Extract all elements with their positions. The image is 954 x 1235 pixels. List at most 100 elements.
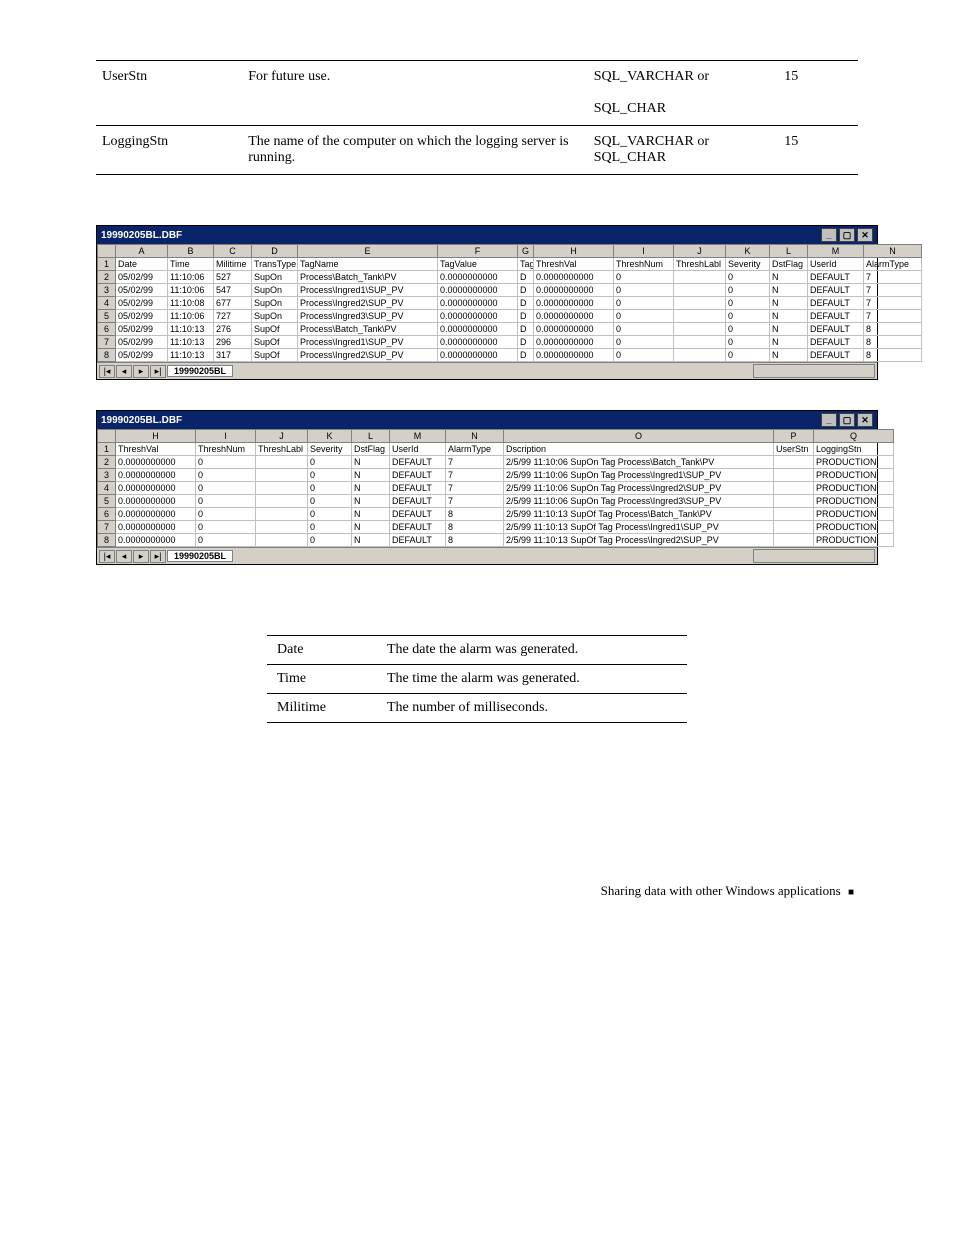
cell[interactable]: SupOn [252, 284, 298, 297]
column-letter[interactable]: L [352, 430, 390, 443]
cell[interactable]: 0 [614, 297, 674, 310]
cell[interactable]: 05/02/99 [116, 284, 168, 297]
row-number[interactable]: 5 [98, 495, 116, 508]
column-letter[interactable]: P [774, 430, 814, 443]
cell[interactable]: DEFAULT [390, 521, 446, 534]
cell[interactable]: 0.0000000000 [534, 297, 614, 310]
cell[interactable]: 8 [864, 323, 922, 336]
cell[interactable]: DEFAULT [808, 297, 864, 310]
cell[interactable]: N [352, 521, 390, 534]
column-letter[interactable] [98, 430, 116, 443]
cell[interactable] [256, 469, 308, 482]
cell[interactable]: 2/5/99 11:10:13 SupOf Tag Process\Ingred… [504, 521, 774, 534]
cell[interactable] [256, 482, 308, 495]
cell[interactable]: 05/02/99 [116, 323, 168, 336]
column-letter[interactable]: J [674, 245, 726, 258]
column-letter[interactable]: A [116, 245, 168, 258]
cell[interactable] [774, 482, 814, 495]
sheet-tab[interactable]: 19990205BL [167, 365, 233, 377]
cell[interactable]: DEFAULT [390, 495, 446, 508]
cell[interactable]: 2/5/99 11:10:06 SupOn Tag Process\Ingred… [504, 469, 774, 482]
cell[interactable]: N [352, 456, 390, 469]
cell[interactable]: PRODUCTION [814, 469, 894, 482]
sheet-nav-last-icon[interactable]: ▸| [150, 365, 166, 378]
cell[interactable]: 0 [308, 508, 352, 521]
cell[interactable]: 05/02/99 [116, 297, 168, 310]
row-number[interactable]: 3 [98, 284, 116, 297]
cell[interactable]: 2/5/99 11:10:06 SupOn Tag Process\Batch_… [504, 456, 774, 469]
cell[interactable]: 0.0000000000 [116, 456, 196, 469]
cell[interactable]: N [352, 508, 390, 521]
cell[interactable]: 05/02/99 [116, 310, 168, 323]
cell[interactable]: 317 [214, 349, 252, 362]
cell[interactable]: 0 [726, 323, 770, 336]
sheet-nav-first-icon[interactable]: |◂ [99, 365, 115, 378]
cell[interactable]: N [352, 469, 390, 482]
cell[interactable]: 0.0000000000 [438, 323, 518, 336]
cell[interactable]: N [770, 297, 808, 310]
sheet-nav-last-icon[interactable]: ▸| [150, 550, 166, 563]
cell[interactable]: 7 [446, 482, 504, 495]
cell[interactable]: DEFAULT [390, 482, 446, 495]
cell[interactable]: N [352, 495, 390, 508]
cell[interactable] [774, 534, 814, 547]
cell[interactable]: DEFAULT [390, 456, 446, 469]
row-number[interactable]: 3 [98, 469, 116, 482]
cell[interactable]: 0 [726, 349, 770, 362]
cell[interactable]: PRODUCTION [814, 495, 894, 508]
cell[interactable] [674, 284, 726, 297]
cell[interactable]: SupOf [252, 323, 298, 336]
row-number[interactable]: 1 [98, 443, 116, 456]
cell[interactable]: 0 [196, 482, 256, 495]
column-letter[interactable]: M [390, 430, 446, 443]
cell[interactable]: Process\Ingred2\SUP_PV [298, 349, 438, 362]
sheet-nav-next-icon[interactable]: ▸ [133, 550, 149, 563]
sheet-nav-prev-icon[interactable]: ◂ [116, 550, 132, 563]
cell[interactable]: 11:10:06 [168, 284, 214, 297]
cell[interactable]: 7 [864, 271, 922, 284]
cell[interactable]: 0.0000000000 [116, 534, 196, 547]
maximize-icon[interactable]: ▢ [839, 228, 855, 242]
cell[interactable] [256, 456, 308, 469]
row-number[interactable]: 7 [98, 521, 116, 534]
cell[interactable]: 527 [214, 271, 252, 284]
cell[interactable]: N [770, 349, 808, 362]
cell[interactable]: SupOf [252, 336, 298, 349]
cell[interactable]: 8 [446, 521, 504, 534]
cell[interactable]: 0.0000000000 [438, 349, 518, 362]
row-number[interactable]: 4 [98, 482, 116, 495]
cell[interactable]: 0 [308, 482, 352, 495]
cell[interactable]: 0 [614, 349, 674, 362]
cell[interactable]: 0 [196, 456, 256, 469]
cell[interactable]: D [518, 336, 534, 349]
cell[interactable]: N [770, 323, 808, 336]
cell[interactable] [674, 336, 726, 349]
cell[interactable]: 0.0000000000 [534, 284, 614, 297]
row-number[interactable]: 7 [98, 336, 116, 349]
cell[interactable]: 0.0000000000 [534, 271, 614, 284]
cell[interactable] [674, 310, 726, 323]
cell[interactable]: D [518, 297, 534, 310]
cell[interactable]: 7 [446, 456, 504, 469]
sheet-nav-prev-icon[interactable]: ◂ [116, 365, 132, 378]
cell[interactable]: 0 [308, 469, 352, 482]
cell[interactable]: 05/02/99 [116, 271, 168, 284]
cell[interactable]: 0.0000000000 [534, 336, 614, 349]
cell[interactable]: 05/02/99 [116, 349, 168, 362]
row-number[interactable]: 2 [98, 271, 116, 284]
column-letter[interactable]: L [770, 245, 808, 258]
cell[interactable]: Process\Batch_Tank\PV [298, 271, 438, 284]
cell[interactable]: 276 [214, 323, 252, 336]
column-letter[interactable]: D [252, 245, 298, 258]
cell[interactable]: 0 [614, 323, 674, 336]
cell[interactable]: 0.0000000000 [438, 271, 518, 284]
cell[interactable]: 11:10:06 [168, 310, 214, 323]
cell[interactable]: 11:10:13 [168, 336, 214, 349]
cell[interactable]: 0 [726, 310, 770, 323]
cell[interactable]: 0.0000000000 [534, 323, 614, 336]
column-letter[interactable]: Q [814, 430, 894, 443]
cell[interactable]: 0.0000000000 [534, 310, 614, 323]
cell[interactable]: 8 [864, 349, 922, 362]
column-letter[interactable]: N [446, 430, 504, 443]
minimize-icon[interactable]: _ [821, 413, 837, 427]
